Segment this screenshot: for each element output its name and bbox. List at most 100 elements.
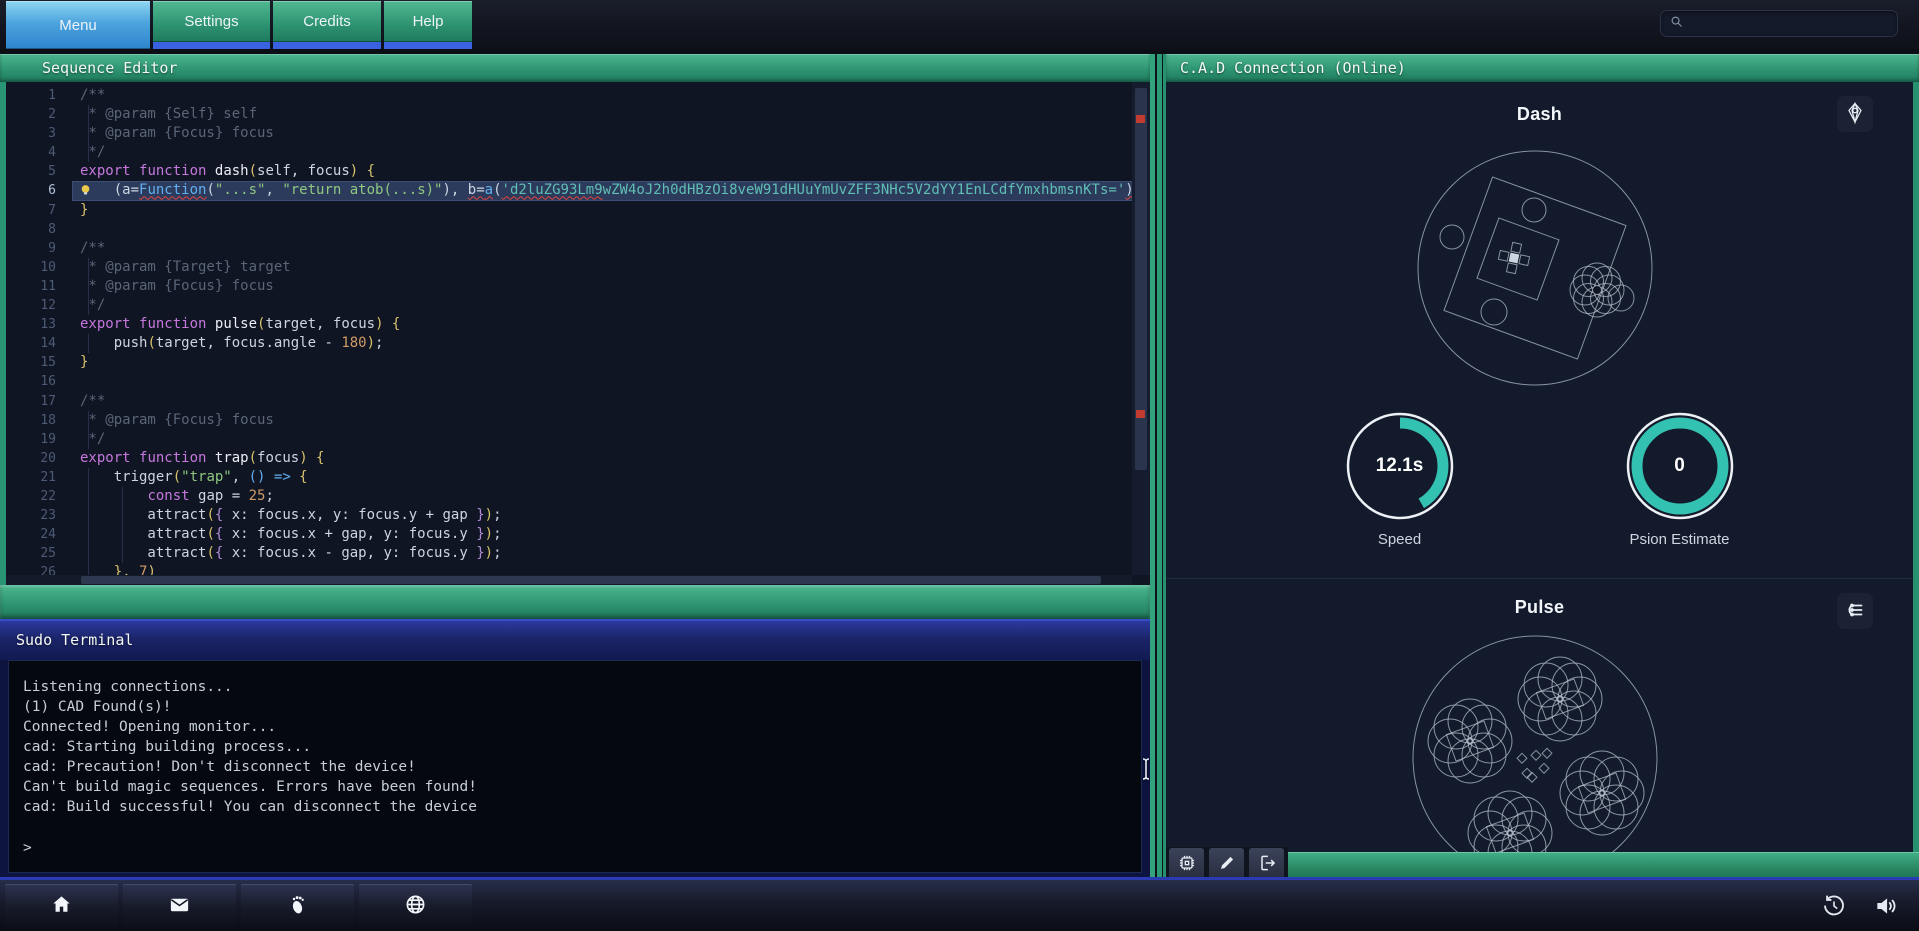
code-token: ; <box>493 526 501 542</box>
line-number: 25 <box>6 544 72 563</box>
code-line-15[interactable]: 15} <box>6 353 1132 372</box>
code-token: x: focus.x + gap, y: focus.y <box>223 526 476 542</box>
code-line-23[interactable]: 23 attract({ x: focus.x, y: focus.y + ga… <box>6 506 1132 525</box>
pencil-button[interactable] <box>1209 848 1244 880</box>
code-line-2[interactable]: 2 * @param {Self} self <box>6 105 1132 124</box>
tab-underline <box>153 42 270 49</box>
code-token: a <box>485 182 493 198</box>
foot-button[interactable] <box>241 884 354 928</box>
code-token: ( <box>249 450 257 466</box>
code-token: 25 <box>249 488 266 504</box>
home-icon <box>50 893 73 919</box>
code-line-19[interactable]: 19 */ <box>6 430 1132 449</box>
code-token <box>206 316 214 332</box>
code-token: ) { <box>375 316 400 332</box>
tab-help[interactable]: Help <box>384 1 472 49</box>
code-token: }, <box>114 564 131 575</box>
editor-vertical-scrollbar[interactable] <box>1132 82 1150 575</box>
code-line-22[interactable]: 22 const gap = 25; <box>6 487 1132 506</box>
code-token: pulse <box>215 316 257 332</box>
line-number: 11 <box>6 277 72 296</box>
terminal-line: Can't build magic sequences. Errors have… <box>23 777 1141 797</box>
code-line-21[interactable]: 21 trigger("trap", () => { <box>6 468 1132 487</box>
code-token: focus <box>257 450 299 466</box>
menu-tabs: MenuSettingsCreditsHelp <box>6 1 472 49</box>
chip-button[interactable] <box>1169 848 1204 880</box>
code-token: * @param {Target} target <box>80 259 291 275</box>
line-number: 26 <box>6 563 72 575</box>
history-button[interactable] <box>1821 893 1847 919</box>
line-number: 15 <box>6 353 72 372</box>
logout-button[interactable] <box>1249 848 1284 880</box>
code-line-5[interactable]: 5export function dash(self, focus) { <box>6 162 1132 181</box>
code-line-3[interactable]: 3 * @param {Focus} focus <box>6 124 1132 143</box>
tab-credits[interactable]: Credits <box>273 1 381 49</box>
volume-button[interactable] <box>1873 893 1899 919</box>
home-button[interactable] <box>5 884 118 928</box>
code-area[interactable]: 1/**2 * @param {Self} self3 * @param {Fo… <box>6 86 1132 575</box>
code-line-24[interactable]: 24 attract({ x: focus.x + gap, y: focus.… <box>6 525 1132 544</box>
code-token: ) { <box>299 450 324 466</box>
search-box[interactable] <box>1660 10 1898 37</box>
code-line-17[interactable]: 17/** <box>6 392 1132 411</box>
code-line-9[interactable]: 9/** <box>6 239 1132 258</box>
pencil-icon <box>1217 853 1237 876</box>
code-line-26[interactable]: 26 }, 7) <box>6 563 1132 575</box>
tab-underline <box>384 42 472 49</box>
globe-button[interactable] <box>359 884 472 928</box>
code-line-4[interactable]: 4 */ <box>6 143 1132 162</box>
taskbar-status-icons <box>1821 893 1899 919</box>
code-token: ) <box>485 507 493 523</box>
code-line-13[interactable]: 13export function pulse(target, focus) { <box>6 315 1132 334</box>
code-token: export <box>80 450 131 466</box>
mail-button[interactable] <box>123 884 236 928</box>
code-line-14[interactable]: 14 push(target, focus.angle - 180); <box>6 334 1132 353</box>
dash-wireframe-diagram <box>1295 124 1775 414</box>
search-input[interactable] <box>1690 15 1889 32</box>
line-number: 14 <box>6 334 72 353</box>
code-line-16[interactable]: 16 <box>6 372 1132 391</box>
code-line-7[interactable]: 7} <box>6 201 1132 220</box>
code-token: "...s" <box>215 182 266 198</box>
indent-guide <box>88 487 89 506</box>
code-line-8[interactable]: 8 <box>6 220 1132 239</box>
code-line-1[interactable]: 1/** <box>6 86 1132 105</box>
line-number: 24 <box>6 525 72 544</box>
code-token <box>80 564 114 575</box>
code-token: * @param {Focus} focus <box>80 278 274 294</box>
code-token <box>131 450 139 466</box>
code-line-10[interactable]: 10 * @param {Target} target <box>6 258 1132 277</box>
code-token: (a= <box>114 182 139 198</box>
code-line-12[interactable]: 12 */ <box>6 296 1132 315</box>
code-token: target, focus <box>265 316 375 332</box>
editor-horizontal-scrollbar[interactable] <box>6 575 1132 585</box>
panel-splitter[interactable] <box>1150 54 1166 877</box>
editor-terminal-splitter[interactable] <box>0 585 1150 619</box>
code-token: trigger <box>80 469 173 485</box>
indent-guide <box>88 430 89 449</box>
code-line-11[interactable]: 11 * @param {Focus} focus <box>6 277 1132 296</box>
code-editor[interactable]: 1/**2 * @param {Self} self3 * @param {Fo… <box>0 82 1150 585</box>
code-line-6[interactable]: 6 (a=Function("...s", "return atob(...s)… <box>6 181 1132 200</box>
code-line-20[interactable]: 20export function trap(focus) { <box>6 449 1132 468</box>
tab-settings[interactable]: Settings <box>153 1 270 49</box>
code-token: ), <box>1125 182 1132 198</box>
tab-menu[interactable]: Menu <box>6 1 150 49</box>
terminal-header: Sudo Terminal <box>0 619 1150 660</box>
code-line-25[interactable]: 25 attract({ x: focus.x - gap, y: focus.… <box>6 544 1132 563</box>
terminal-line: Listening connections... <box>23 677 1141 697</box>
scrollbar-thumb[interactable] <box>81 576 1101 584</box>
lightbulb-icon[interactable] <box>78 183 93 198</box>
code-token: function <box>139 316 206 332</box>
code-token: trap <box>215 450 249 466</box>
code-token: } <box>80 354 88 370</box>
dash-mode-button[interactable] <box>1837 96 1873 132</box>
topbar: MenuSettingsCreditsHelp <box>0 0 1919 49</box>
line-number: 18 <box>6 411 72 430</box>
line-number: 8 <box>6 220 72 239</box>
system-taskbar <box>0 877 1919 931</box>
code-line-18[interactable]: 18 * @param {Focus} focus <box>6 411 1132 430</box>
code-token: attract <box>80 526 206 542</box>
terminal-screen[interactable]: Listening connections...(1) CAD Found(s)… <box>8 660 1142 873</box>
pulse-mode-button[interactable] <box>1837 593 1873 629</box>
